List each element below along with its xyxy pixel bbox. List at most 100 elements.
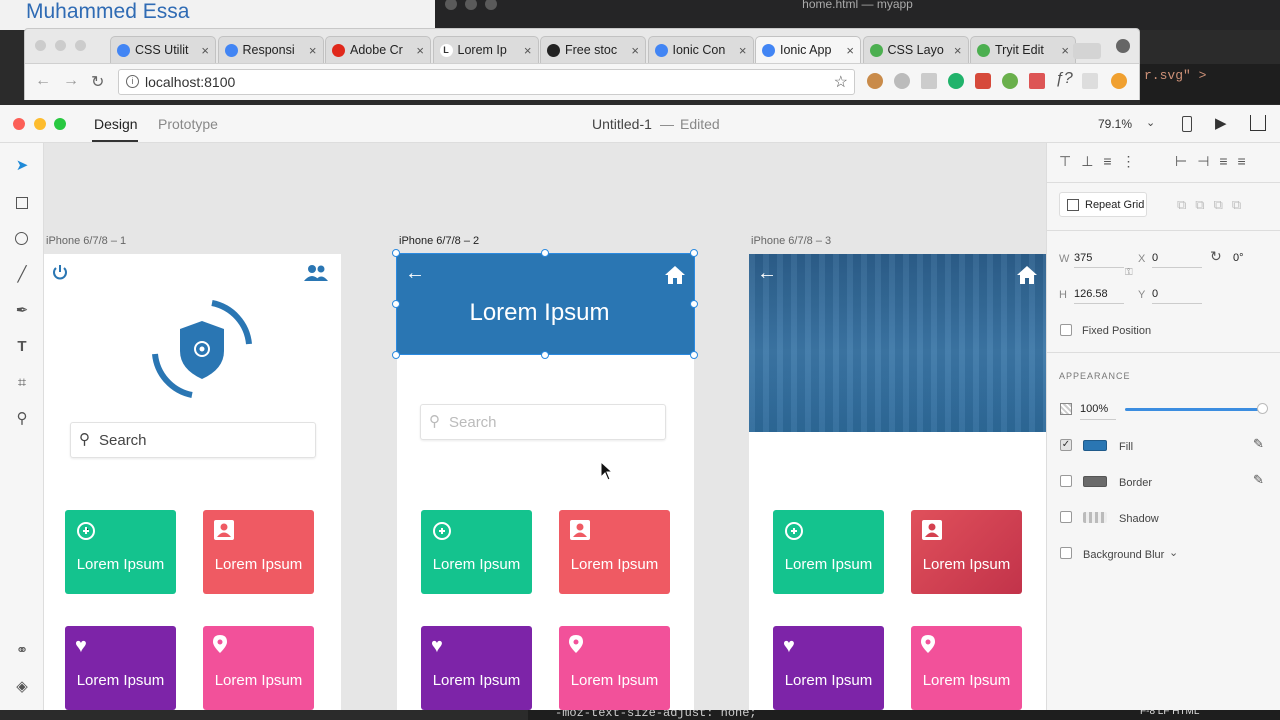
new-tab-button[interactable] [1073, 43, 1101, 59]
chevron-down-icon[interactable]: ⌄ [1169, 546, 1178, 559]
chevron-down-icon[interactable]: ⌄ [1146, 116, 1155, 129]
close-tab-icon[interactable]: × [416, 43, 424, 58]
layers-icon[interactable]: ◈ [12, 677, 32, 697]
eyedropper-icon[interactable]: ✎ [1253, 436, 1264, 452]
card-profile[interactable]: Lorem Ipsum [911, 510, 1022, 594]
zoom-tool-icon[interactable]: ⚲ [12, 409, 32, 429]
extension-text-icon[interactable] [1082, 73, 1098, 89]
browser-tab[interactable]: Ionic Con × [647, 36, 754, 63]
browser-tab[interactable]: Tryit Edit × [970, 36, 1076, 63]
browser-tab[interactable]: Free stoc × [540, 36, 646, 63]
browser-tab[interactable]: Ionic App × [755, 36, 861, 63]
resize-handle[interactable] [392, 351, 400, 359]
browser-tab[interactable]: L Lorem Ip × [432, 36, 539, 63]
line-tool-icon[interactable]: ╱ [12, 265, 32, 285]
search-input[interactable]: ⚲ Search [420, 404, 666, 440]
border-checkbox[interactable] [1060, 475, 1072, 487]
artboard-3[interactable]: ← Lorem Ipsum Lorem Ipsum ♥ Lorem Ipsum L… [749, 254, 1046, 710]
minimize-window-button[interactable] [34, 118, 46, 130]
card-favorite[interactable]: ♥ Lorem Ipsum [773, 626, 884, 710]
search-input[interactable]: ⚲ Search [70, 422, 316, 458]
artboard-1-label[interactable]: iPhone 6/7/8 – 1 [46, 235, 126, 247]
artboard-3-label[interactable]: iPhone 6/7/8 – 3 [751, 235, 831, 247]
rotation-field[interactable]: 0° [1233, 252, 1244, 264]
extension-orange-icon[interactable] [1111, 73, 1127, 89]
repeat-grid-button[interactable]: Repeat Grid [1059, 192, 1147, 217]
zoom-level[interactable]: 79.1% [1098, 117, 1132, 131]
card-alarm[interactable]: Lorem Ipsum [65, 510, 176, 594]
background-blur-checkbox[interactable] [1060, 547, 1072, 559]
browser-tab[interactable]: CSS Layo × [862, 36, 969, 63]
close-tab-icon[interactable]: × [1061, 43, 1069, 58]
zoom-window-button[interactable] [54, 118, 66, 130]
lock-aspect-icon[interactable]: ⚿ [1125, 267, 1133, 278]
card-location[interactable]: Lorem Ipsum [203, 626, 314, 710]
fill-checkbox[interactable]: ✓ [1060, 439, 1072, 451]
card-location[interactable]: Lorem Ipsum [559, 626, 670, 710]
opacity-field[interactable]: 100% [1080, 403, 1108, 415]
card-profile[interactable]: Lorem Ipsum [559, 510, 670, 594]
share-icon[interactable] [1250, 115, 1266, 131]
extension-g-icon[interactable] [948, 73, 964, 89]
artboard-1[interactable]: ⚲ Search Lorem Ipsum Lorem Ipsum ♥ Lorem … [44, 254, 341, 710]
resize-handle[interactable] [392, 249, 400, 257]
close-tab-icon[interactable]: × [631, 43, 639, 58]
resize-handle[interactable] [690, 300, 698, 308]
background-blur-label[interactable]: Background Blur [1083, 549, 1164, 561]
close-tab-icon[interactable]: × [739, 43, 747, 58]
reload-icon[interactable]: ↻ [91, 72, 104, 92]
symbols-icon[interactable]: ⚭ [12, 641, 32, 661]
browser-tab[interactable]: Adobe Cr × [325, 36, 431, 63]
close-tab-icon[interactable]: × [954, 43, 962, 58]
boolean-ops-icons[interactable]: ⧉⧉⧉⧉ [1177, 197, 1250, 213]
shadow-swatch[interactable] [1083, 512, 1107, 523]
card-favorite[interactable]: ♥ Lorem Ipsum [65, 626, 176, 710]
hero-image[interactable]: ← [749, 254, 1046, 432]
close-tab-icon[interactable]: × [309, 43, 317, 58]
play-icon[interactable]: ▶ [1215, 114, 1227, 132]
extension-fx-icon[interactable]: ƒ? [1055, 70, 1073, 88]
tab-design[interactable]: Design [94, 116, 138, 132]
eyedropper-icon[interactable]: ✎ [1253, 472, 1264, 488]
card-location[interactable]: Lorem Ipsum [911, 626, 1022, 710]
extension-cloud-icon[interactable] [894, 73, 910, 89]
close-tab-icon[interactable]: × [201, 43, 209, 58]
shadow-checkbox[interactable] [1060, 511, 1072, 523]
resize-handle[interactable] [541, 351, 549, 359]
card-alarm[interactable]: Lorem Ipsum [421, 510, 532, 594]
opacity-slider[interactable] [1125, 408, 1261, 411]
x-field[interactable]: 0 [1152, 252, 1158, 264]
resize-handle[interactable] [541, 249, 549, 257]
extension-badge-icon[interactable] [1029, 73, 1045, 89]
y-field[interactable]: 0 [1152, 288, 1158, 300]
resize-handle[interactable] [392, 300, 400, 308]
ellipse-tool-icon[interactable] [12, 229, 32, 249]
close-tab-icon[interactable]: × [846, 43, 854, 58]
artboard-2[interactable]: ← Lorem Ipsum ⚲ Search Lorem Ipsum Lorem… [397, 254, 694, 710]
resize-handle[interactable] [690, 351, 698, 359]
close-window-button[interactable] [13, 118, 25, 130]
profile-icon[interactable] [1116, 39, 1130, 53]
artboard-2-label[interactable]: iPhone 6/7/8 – 2 [399, 235, 479, 247]
header-bar[interactable]: ← Lorem Ipsum [397, 254, 694, 354]
card-alarm[interactable]: Lorem Ipsum [773, 510, 884, 594]
design-canvas[interactable]: iPhone 6/7/8 – 1 ⚲ Search Lorem Ipsum Lo… [44, 143, 1046, 710]
rectangle-tool-icon[interactable] [12, 193, 32, 213]
extension-image-icon[interactable] [921, 73, 937, 89]
tab-prototype[interactable]: Prototype [158, 116, 218, 132]
address-bar[interactable]: i localhost:8100 ☆ [118, 69, 855, 95]
browser-tab[interactable]: CSS Utilit × [110, 36, 216, 63]
pen-tool-icon[interactable]: ✒ [12, 301, 32, 321]
extension-icon[interactable] [867, 73, 883, 89]
text-tool-icon[interactable]: T [12, 337, 32, 357]
back-icon[interactable]: ← [35, 72, 51, 90]
close-tab-icon[interactable]: × [524, 43, 532, 58]
forward-icon[interactable]: → [63, 72, 79, 90]
align-vertical-icons[interactable]: ⊤⊥≡⋮ [1059, 153, 1146, 170]
opacity-slider-thumb[interactable] [1257, 403, 1268, 414]
device-preview-icon[interactable] [1182, 116, 1192, 132]
extension-cors-icon[interactable] [975, 73, 991, 89]
browser-tab[interactable]: Responsi × [217, 36, 324, 63]
extension-globe-icon[interactable] [1002, 73, 1018, 89]
card-favorite[interactable]: ♥ Lorem Ipsum [421, 626, 532, 710]
